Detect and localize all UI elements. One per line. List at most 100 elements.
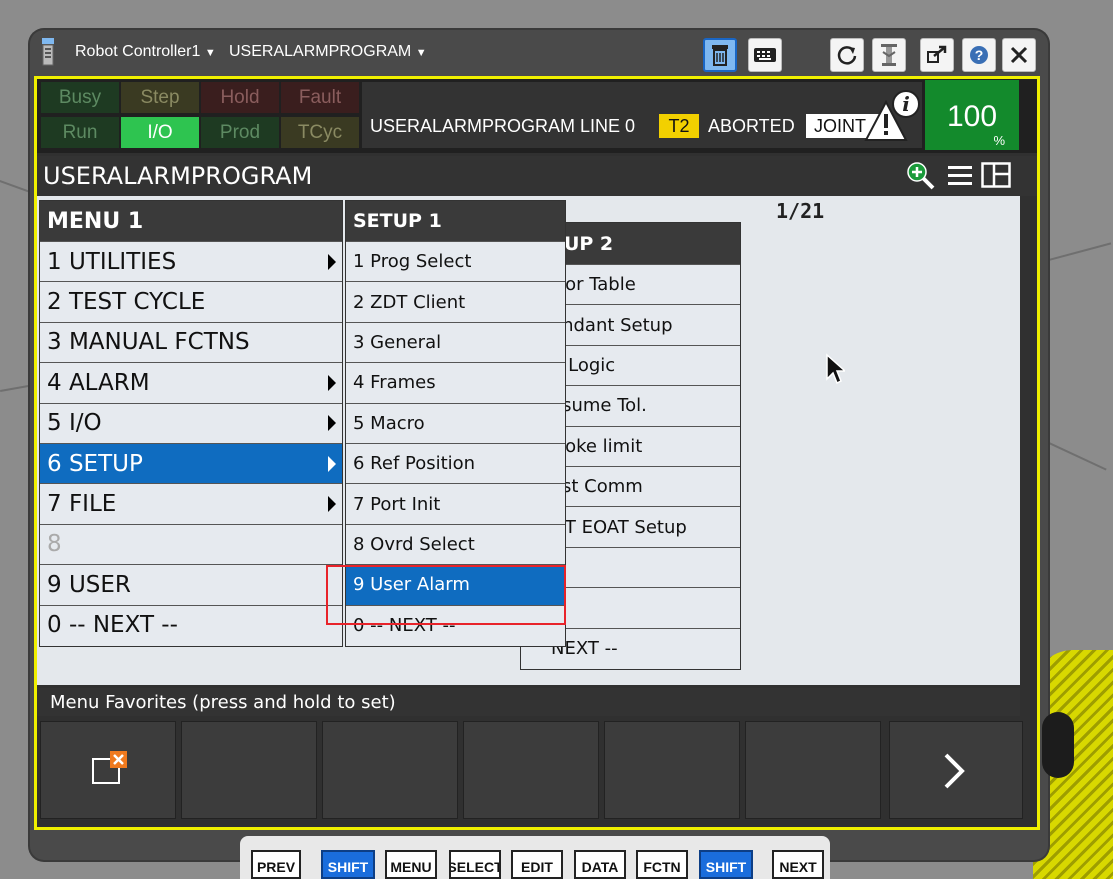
tcyc-led: TCyc — [281, 117, 359, 148]
submenu-arrow-icon — [328, 374, 336, 391]
submenu-arrow-icon — [328, 455, 336, 472]
pendant-view-button[interactable] — [703, 38, 737, 72]
shift-key-left[interactable]: SHIFT — [321, 850, 375, 879]
main-menu-item-label: 1 UTILITIES — [47, 248, 177, 275]
svg-text:i: i — [902, 92, 910, 116]
setup-1-item-label: 3 General — [353, 331, 442, 353]
favorite-slot-5[interactable] — [604, 721, 740, 819]
setup-1-item-label: 1 Prog Select — [353, 251, 472, 273]
setup-2-item-label: DT EOAT Setup — [551, 516, 687, 538]
setup-1-item-label: 8 Ovrd Select — [353, 533, 475, 555]
step-led: Step — [121, 82, 199, 113]
shift-key-right[interactable]: SHIFT — [699, 850, 753, 879]
background-line — [1044, 440, 1107, 471]
setup-1-item-label: 6 Ref Position — [353, 453, 476, 475]
pendant-knob — [1042, 712, 1074, 778]
program-status: USERALARMPROGRAM LINE 0 T2 ABORTED JOINT… — [362, 82, 922, 148]
selection-highlight-box — [326, 565, 566, 625]
main-menu-item-label: 2 TEST CYCLE — [47, 289, 206, 316]
setup-1-item[interactable]: 6 Ref Position — [346, 442, 565, 483]
main-menu-item[interactable]: 9 USER — [40, 564, 342, 604]
select-key[interactable]: SELECT — [449, 850, 501, 879]
main-menu-item[interactable]: 3 MANUAL FCTNS — [40, 321, 342, 362]
refresh-button[interactable] — [830, 38, 864, 72]
data-key[interactable]: DATA — [574, 850, 626, 879]
external-link-button[interactable] — [920, 38, 954, 72]
robot-arm-icon — [881, 44, 897, 66]
screen-title: USERALARMPROGRAM — [43, 162, 313, 190]
refresh-icon — [837, 46, 857, 65]
page-counter: 1/21 — [776, 199, 825, 223]
zoom-in-icon[interactable] — [905, 160, 937, 192]
submenu-arrow-icon — [328, 415, 336, 432]
robot-button[interactable] — [872, 38, 906, 72]
io-led: I/O — [121, 117, 199, 148]
hamburger-menu-icon[interactable] — [947, 164, 973, 188]
speed-override[interactable]: 100 % — [925, 80, 1019, 150]
setup-1-item-label: 5 Macro — [353, 412, 425, 434]
fctn-key[interactable]: FCTN — [636, 850, 688, 879]
close-button[interactable] — [1002, 38, 1036, 72]
main-menu-item[interactable]: 4 ALARM — [40, 362, 342, 402]
prev-key[interactable]: PREV — [251, 850, 301, 879]
edit-key[interactable]: EDIT — [511, 850, 563, 879]
svg-text:?: ? — [975, 47, 984, 63]
override-unit: % — [993, 133, 1005, 148]
pendant-icon — [42, 38, 54, 66]
next-key[interactable]: NEXT — [772, 850, 824, 879]
menu-favorites-bar[interactable]: Menu Favorites (press and hold to set) — [37, 688, 1020, 716]
setup-1-item-label: 7 Port Init — [353, 493, 441, 515]
setup-1-item[interactable]: 8 Ovrd Select — [346, 523, 565, 564]
setup-1-item[interactable]: 4 Frames — [346, 362, 565, 402]
main-menu-item-label: 0 -- NEXT -- — [47, 612, 178, 639]
controller-name: Robot Controller1 — [75, 43, 201, 60]
override-value: 100 — [946, 100, 998, 133]
screen-header: USERALARMPROGRAM — [37, 156, 1037, 196]
chevron-down-icon: ▼ — [415, 47, 427, 59]
submenu-arrow-icon — [328, 496, 336, 513]
setup-1-item-label: 2 ZDT Client — [353, 291, 466, 313]
fault-led: Fault — [281, 82, 359, 113]
favorites-next-button[interactable] — [889, 721, 1023, 819]
chevron-down-icon: ▼ — [204, 47, 216, 59]
menu-key[interactable]: MENU — [385, 850, 437, 879]
main-menu-item[interactable]: 7 FILE — [40, 483, 342, 523]
setup-1-item[interactable]: 1 Prog Select — [346, 241, 565, 281]
main-menu-item-label: 5 I/O — [47, 410, 102, 437]
setup-1-item[interactable]: 3 General — [346, 321, 565, 362]
busy-led: Busy — [41, 82, 119, 113]
main-menu-item[interactable]: 6 SETUP — [40, 442, 342, 484]
function-key-bar — [37, 721, 1027, 825]
prod-led: Prod — [201, 117, 279, 148]
program-name: USERALARMPROGRAM — [229, 43, 412, 60]
main-menu-item-label: 7 FILE — [47, 491, 117, 518]
program-dropdown[interactable]: USERALARMPROGRAM ▼ — [229, 43, 427, 61]
main-menu-item[interactable]: 0 -- NEXT -- — [40, 604, 342, 645]
setup-1-item[interactable]: 7 Port Init — [346, 483, 565, 523]
split-screen-icon[interactable] — [981, 162, 1011, 188]
main-menu-item[interactable]: 2 TEST CYCLE — [40, 281, 342, 321]
keyboard-button[interactable] — [748, 38, 782, 72]
main-menu-item-label: 3 MANUAL FCTNS — [47, 329, 250, 356]
program-line-text: USERALARMPROGRAM LINE 0 — [370, 116, 636, 136]
hold-led: Hold — [201, 82, 279, 113]
close-window-icon — [92, 751, 127, 784]
favorite-slot-3[interactable] — [322, 721, 458, 819]
controller-dropdown[interactable]: Robot Controller1 ▼ — [75, 43, 216, 61]
menu-area: 1/21 TUP 2 rror Table endant Setup S Logic… — [37, 196, 1020, 685]
alarm-info-icon[interactable]: i — [864, 86, 922, 144]
mouse-cursor-icon — [826, 353, 845, 385]
main-menu-item[interactable]: 5 I/O — [40, 402, 342, 443]
favorite-slot-6[interactable] — [745, 721, 881, 819]
help-button[interactable]: ? — [962, 38, 996, 72]
setup-1-item-label: 4 Frames — [353, 372, 436, 394]
main-menu-item[interactable]: 8 — [40, 523, 342, 564]
main-menu-item[interactable]: 1 UTILITIES — [40, 241, 342, 281]
favorite-slot-1[interactable] — [40, 721, 176, 819]
submenu-arrow-icon — [328, 253, 336, 270]
favorite-slot-4[interactable] — [463, 721, 599, 819]
setup-1-item[interactable]: 2 ZDT Client — [346, 281, 565, 321]
setup-1-item[interactable]: 5 Macro — [346, 402, 565, 443]
close-icon — [1010, 46, 1028, 64]
favorite-slot-2[interactable] — [181, 721, 317, 819]
